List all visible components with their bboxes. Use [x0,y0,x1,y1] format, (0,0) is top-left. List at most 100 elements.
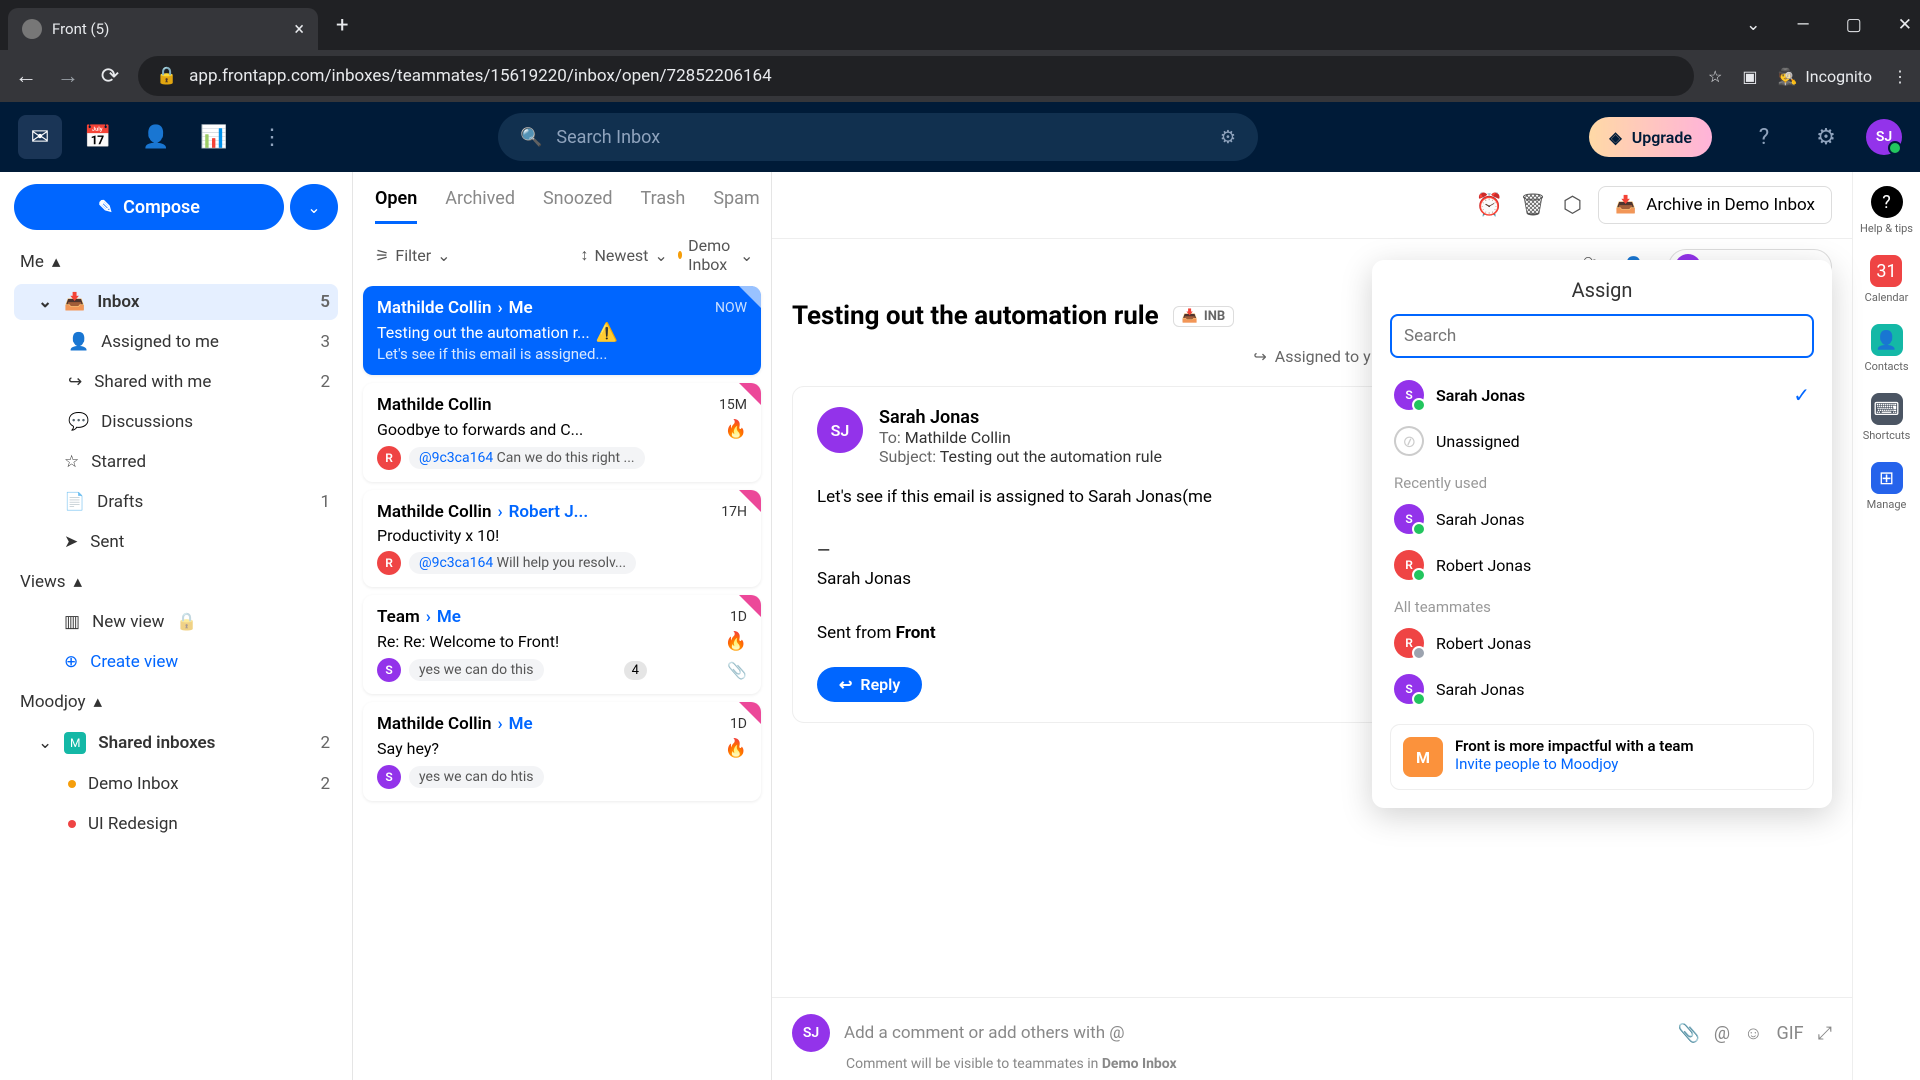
lock-icon: 🔒 [176,612,197,632]
reply-label: Reply [860,675,900,694]
help-icon[interactable]: ? [1742,115,1786,159]
trash-icon[interactable]: 🗑 [1519,193,1547,218]
rail-calendar[interactable]: 31Calendar [1865,255,1909,304]
conversation-title: Testing out the automation rule [792,301,1159,331]
chat-icon: 💬 [68,412,89,432]
url-input[interactable]: 🔒 app.frontapp.com/inboxes/teammates/156… [138,56,1694,96]
sidebar-item-discussions[interactable]: 💬 Discussions [14,404,338,440]
sidebar-item-newview[interactable]: ▥ New view 🔒 [14,604,338,640]
conversation-list: Mathilde Collin›MeNOW Testing out the au… [353,286,771,1080]
settings-icon[interactable]: ⚙ [1804,115,1848,159]
conversation-item[interactable]: Mathilde Collin15M Goodbye to forwards a… [363,383,761,482]
star-icon: ☆ [64,452,79,472]
reply-icon: ↩ [839,675,852,694]
assign-option[interactable]: RRobert Jonas [1390,620,1814,666]
reload-button[interactable]: ⟳ [96,64,124,89]
tab-snoozed[interactable]: Snoozed [543,188,613,224]
conversation-item[interactable]: Mathilde Collin›MeNOW Testing out the au… [363,286,761,375]
invite-card: M Front is more impactful with a team In… [1390,724,1814,790]
lock-icon: 🔒 [156,66,177,86]
sidebar-item-inbox[interactable]: ⌄ 📥 Inbox 5 [14,284,338,320]
sidebar-section-views[interactable]: Views ▴ [14,564,338,600]
sidebar-label: Discussions [101,412,193,432]
tab-open[interactable]: Open [375,188,417,224]
sidebar-item-sharedinboxes[interactable]: ⌄ M Shared inboxes 2 [14,724,338,762]
upgrade-button[interactable]: ◈ Upgrade [1589,117,1712,157]
incognito-label: Incognito [1805,67,1872,86]
rail-manage[interactable]: ⊞Manage [1867,462,1907,511]
tab-trash[interactable]: Trash [641,188,686,224]
inbox-selector[interactable]: Demo Inbox ⌄ [678,236,754,274]
sidebar-label: Demo Inbox [88,774,179,794]
sidebar-item-shared[interactable]: ↪ Shared with me 2 [14,364,338,400]
panel-icon: ▥ [64,612,80,632]
sort-button[interactable]: ↕Newest ⌄ [581,245,668,265]
sidebar-section-moodjoy[interactable]: Moodjoy ▴ [14,684,338,720]
assign-option[interactable]: SSarah Jonas [1390,666,1814,712]
browser-menu-icon[interactable]: ⋮ [1892,67,1908,86]
assign-option-unassigned[interactable]: ⊘ Unassigned [1390,418,1814,464]
sidebar-item-assigned[interactable]: 👤 Assigned to me 3 [14,324,338,360]
rail-contacts[interactable]: 👤Contacts [1864,324,1908,373]
sidebar-item-uiredesign[interactable]: UI Redesign [14,806,338,842]
invite-link[interactable]: Invite people to Moodjoy [1455,755,1694,773]
extensions-icon[interactable]: ▣ [1742,67,1757,86]
close-window-icon[interactable]: ✕ [1898,15,1912,35]
filter-button[interactable]: ⚞Filter ⌄ [375,246,451,265]
tab-search-icon[interactable]: ⌄ [1746,15,1760,35]
conversation-item[interactable]: Mathilde Collin›Me1D Say hey?🔥 Syes we c… [363,702,761,801]
mention-icon[interactable]: @ [1714,1023,1730,1044]
compose-button[interactable]: ✎ Compose [14,184,284,230]
assign-option-current[interactable]: S Sarah Jonas ✓ [1390,372,1814,418]
tab-spam[interactable]: Spam [713,188,759,224]
incognito-icon: 🕵️ [1777,67,1797,86]
comment-input[interactable]: Add a comment or add others with @ [844,1023,1664,1043]
expand-icon[interactable]: ⤢ [1818,1023,1832,1044]
inbox-nav-icon[interactable]: ✉ [18,115,62,159]
sidebar-item-drafts[interactable]: 📄 Drafts 1 [14,484,338,520]
gif-icon[interactable]: GIF [1776,1023,1803,1044]
sidebar-item-demoinbox[interactable]: Demo Inbox 2 [14,766,338,802]
maximize-icon[interactable]: ▢ [1846,15,1862,35]
sidebar-count: 2 [320,733,330,753]
invite-title: Front is more impactful with a team [1455,737,1694,755]
assign-option[interactable]: RRobert Jonas [1390,542,1814,588]
sidebar-section-me[interactable]: Me ▴ [14,244,338,280]
conversation-item[interactable]: Team›Me1D Re: Re: Welcome to Front!🔥 Sye… [363,595,761,694]
close-tab-icon[interactable]: × [294,19,304,40]
conversation-item[interactable]: Mathilde Collin›Robert J...17H Productiv… [363,490,761,587]
contacts-nav-icon[interactable]: 👤 [134,115,178,159]
attach-icon[interactable]: 📎 [1678,1023,1700,1044]
sidebar-item-sent[interactable]: ➤ Sent [14,524,338,560]
global-search[interactable]: 🔍 Search Inbox ⚙ [498,113,1258,161]
new-tab-button[interactable]: + [336,13,348,38]
bookmark-icon[interactable]: ☆ [1708,67,1722,86]
snooze-icon[interactable]: ⏰ [1476,193,1503,218]
user-avatar[interactable]: SJ [1866,119,1902,155]
forward-button[interactable]: → [54,63,82,89]
window-controls: ⌄ — ▢ ✕ [1746,15,1912,35]
compose-dropdown[interactable]: ⌄ [290,184,338,230]
assign-search-input[interactable] [1390,314,1814,358]
more-nav-icon[interactable]: ⋮ [250,115,294,159]
assign-option[interactable]: SSarah Jonas [1390,496,1814,542]
reply-button[interactable]: ↩ Reply [817,667,922,702]
rail-help[interactable]: ?Help & tips [1860,186,1913,235]
minimize-icon[interactable]: — [1796,15,1809,35]
rail-shortcuts[interactable]: ⌨Shortcuts [1863,393,1911,442]
emoji-icon[interactable]: ☺ [1744,1023,1762,1044]
sidebar-label: New view [92,612,164,632]
sort-icon: ↕ [581,245,589,265]
sidebar-item-createview[interactable]: ⊕ Create view [14,644,338,680]
sidebar-label: Shared with me [94,372,211,392]
search-filter-icon[interactable]: ⚙ [1220,127,1236,148]
sidebar-label: Shared inboxes [98,733,215,753]
back-button[interactable]: ← [12,63,40,89]
spam-icon[interactable]: ⬡ [1563,193,1582,218]
archive-button[interactable]: 📥 Archive in Demo Inbox [1598,186,1832,224]
browser-tab[interactable]: Front (5) × [8,8,318,50]
sidebar-item-starred[interactable]: ☆ Starred [14,444,338,480]
analytics-nav-icon[interactable]: 📊 [192,115,236,159]
calendar-nav-icon[interactable]: 📅 [76,115,120,159]
tab-archived[interactable]: Archived [445,188,515,224]
